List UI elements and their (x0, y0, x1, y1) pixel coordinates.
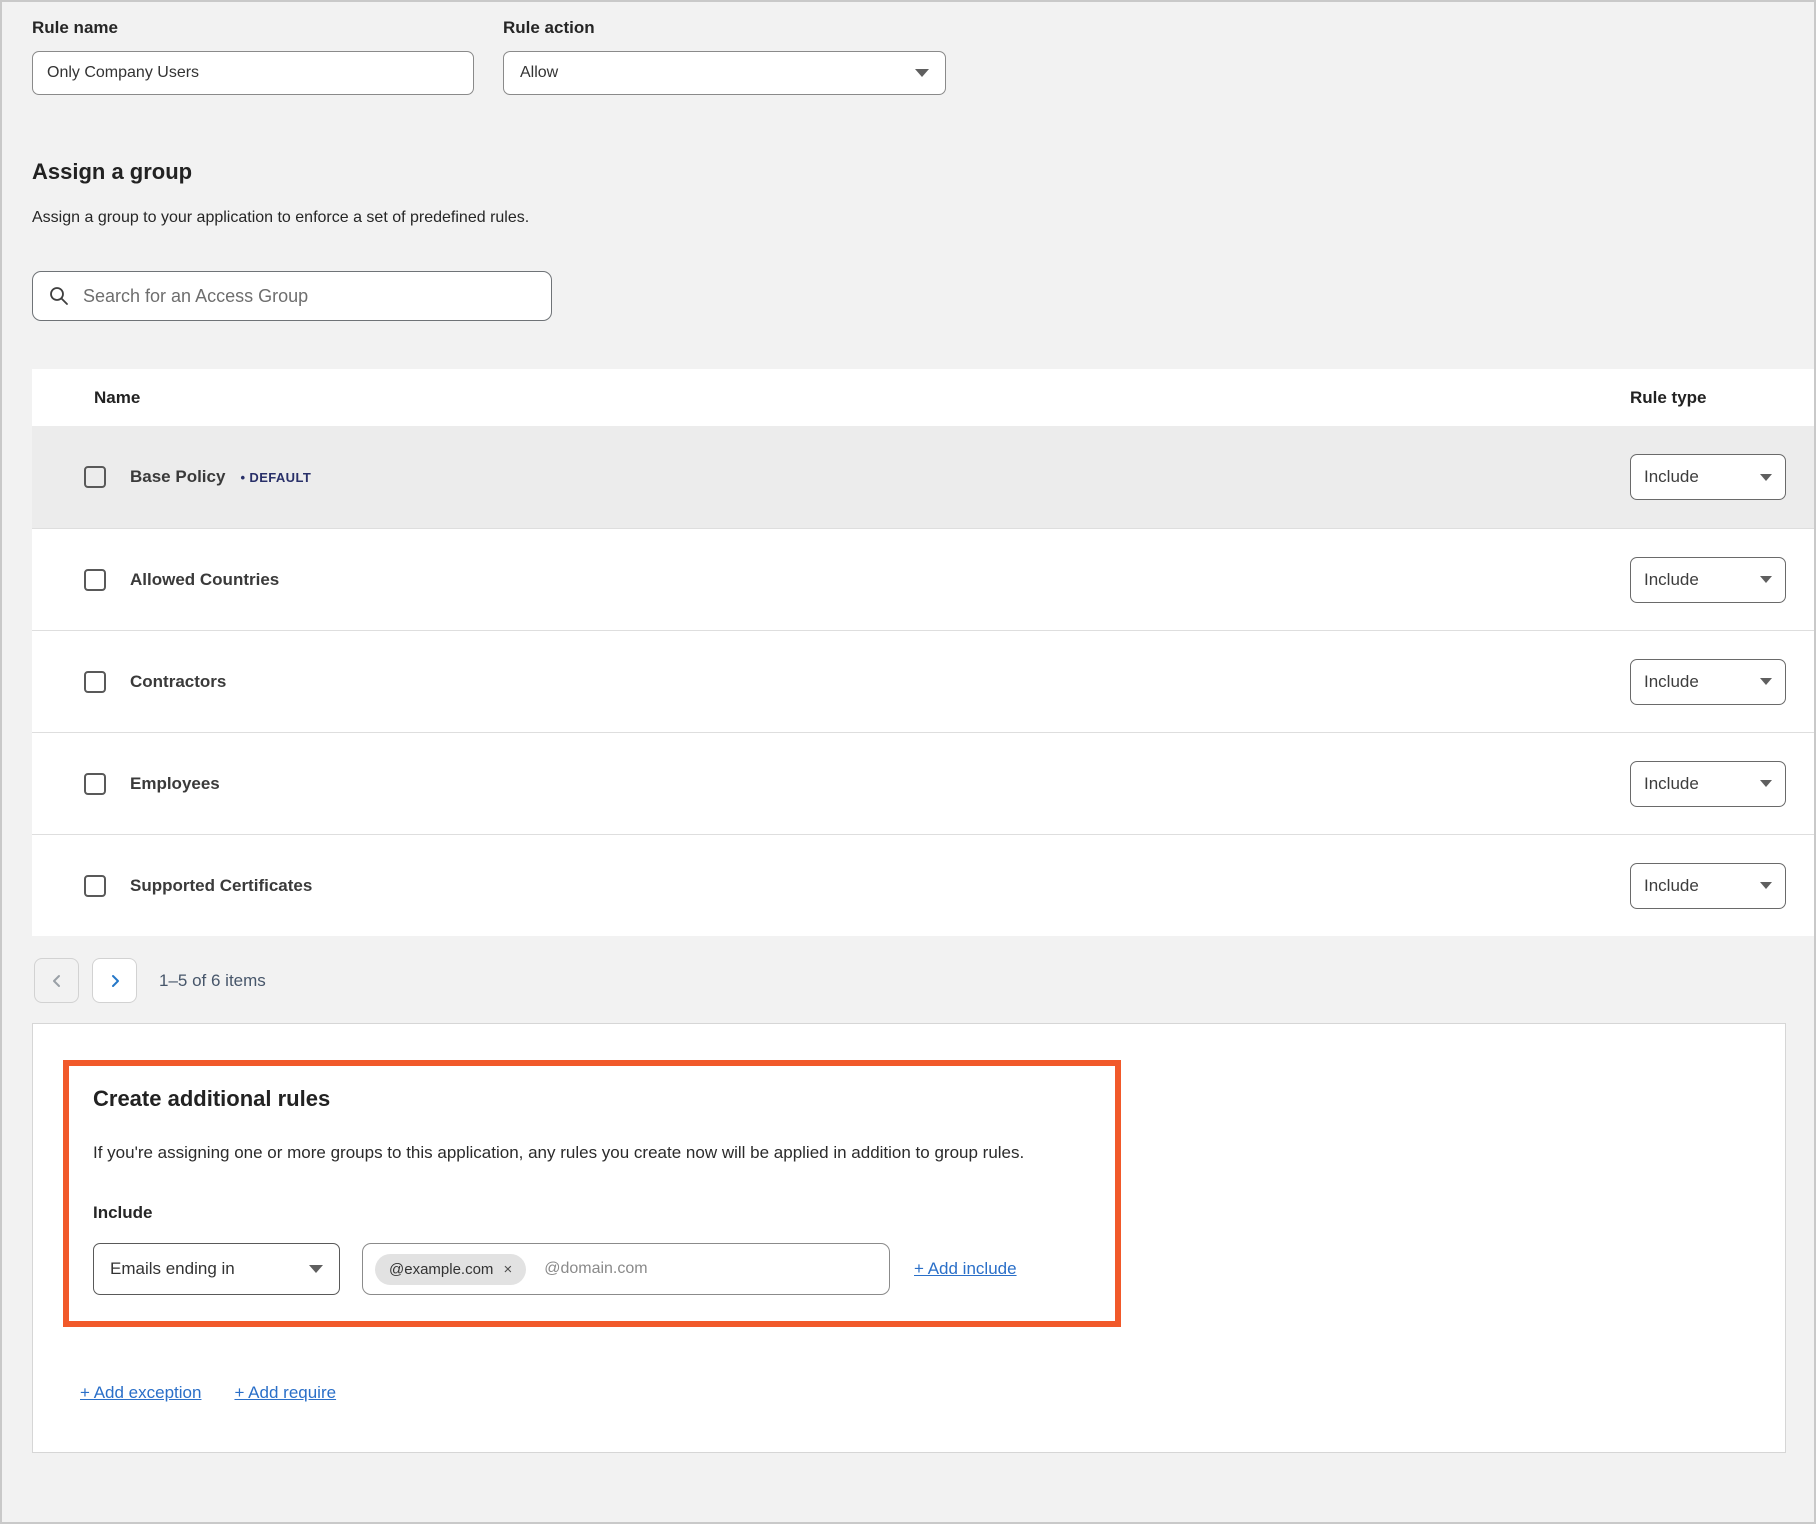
additional-rules-card: Create additional rules If you're assign… (32, 1023, 1786, 1453)
row-name: Employees (130, 774, 220, 794)
rule-type-value: Include (1644, 672, 1699, 692)
rule-type-value: Include (1644, 467, 1699, 487)
table-row[interactable]: Supported Certificates Include (32, 834, 1814, 936)
condition-type-value: Emails ending in (110, 1259, 235, 1279)
access-group-search[interactable] (32, 271, 552, 321)
column-header-rule-type: Rule type (1630, 388, 1786, 408)
email-domain-chip: @example.com × (375, 1254, 526, 1285)
row-name: Allowed Countries (130, 570, 279, 590)
rule-type-dropdown[interactable]: Include (1630, 863, 1786, 909)
chevron-down-icon (309, 1265, 323, 1273)
chevron-down-icon (1760, 780, 1772, 787)
table-row[interactable]: Contractors Include (32, 630, 1814, 732)
row-checkbox[interactable] (84, 671, 106, 693)
rule-type-dropdown[interactable]: Include (1630, 557, 1786, 603)
add-include-link[interactable]: + Add include (914, 1259, 1017, 1279)
rule-type-value: Include (1644, 876, 1699, 896)
email-domains-input[interactable]: @example.com × (362, 1243, 890, 1295)
chevron-down-icon (1760, 882, 1772, 889)
chip-label: @example.com (389, 1261, 493, 1278)
page: Rule name Rule action Allow Assign a gro… (0, 0, 1816, 1524)
row-checkbox[interactable] (84, 875, 106, 897)
table-row[interactable]: Allowed Countries Include (32, 528, 1814, 630)
condition-type-dropdown[interactable]: Emails ending in (93, 1243, 340, 1295)
chevron-down-icon (1760, 576, 1772, 583)
rule-links: + Add exception + Add require (80, 1383, 1785, 1403)
add-exception-link[interactable]: + Add exception (80, 1383, 201, 1403)
row-name: Contractors (130, 672, 226, 692)
rule-name-input[interactable] (32, 51, 474, 95)
previous-page-button[interactable] (34, 958, 79, 1003)
table-header: Name Rule type (32, 369, 1814, 426)
chevron-right-icon (108, 974, 122, 988)
rule-form: Rule name Rule action Allow (2, 2, 1814, 95)
include-rule-controls: Emails ending in @example.com × + Add in… (93, 1243, 1091, 1295)
pagination-range-text: 1–5 of 6 items (159, 971, 266, 991)
rule-action-label: Rule action (503, 18, 946, 38)
table-row[interactable]: Base Policy • DEFAULT Include (32, 426, 1814, 528)
row-checkbox[interactable] (84, 466, 106, 488)
chevron-down-icon (1760, 474, 1772, 481)
default-badge: • DEFAULT (240, 470, 311, 485)
table-body: Base Policy • DEFAULT Include Allowed Co… (32, 426, 1814, 936)
rule-type-dropdown[interactable]: Include (1630, 454, 1786, 500)
rule-action-dropdown[interactable]: Allow (503, 51, 946, 95)
create-additional-rules-heading: Create additional rules (93, 1086, 1091, 1112)
row-checkbox[interactable] (84, 773, 106, 795)
rule-type-value: Include (1644, 774, 1699, 794)
assign-group-heading: Assign a group (32, 159, 1814, 185)
rule-name-label: Rule name (32, 18, 474, 38)
rule-action-field: Rule action Allow (503, 18, 946, 95)
remove-chip-icon[interactable]: × (503, 1262, 512, 1277)
column-header-name: Name (32, 388, 140, 408)
row-name: Supported Certificates (130, 876, 312, 896)
access-groups-table: Name Rule type Base Policy • DEFAULT Inc… (32, 369, 1814, 936)
row-checkbox[interactable] (84, 569, 106, 591)
rule-type-value: Include (1644, 570, 1699, 590)
search-icon (49, 286, 69, 306)
include-label: Include (93, 1203, 1091, 1223)
rule-action-value: Allow (520, 64, 558, 82)
create-additional-rules-highlight: Create additional rules If you're assign… (63, 1060, 1121, 1327)
pagination: 1–5 of 6 items (34, 958, 1814, 1003)
create-additional-rules-description: If you're assigning one or more groups t… (93, 1143, 1091, 1163)
chevron-down-icon (915, 69, 929, 77)
next-page-button[interactable] (92, 958, 137, 1003)
rule-type-dropdown[interactable]: Include (1630, 761, 1786, 807)
row-name: Base Policy (130, 467, 225, 487)
rule-type-dropdown[interactable]: Include (1630, 659, 1786, 705)
search-input[interactable] (83, 286, 535, 307)
email-domain-field[interactable] (544, 1260, 877, 1278)
assign-group-description: Assign a group to your application to en… (32, 209, 1814, 227)
chevron-left-icon (50, 974, 64, 988)
add-require-link[interactable]: + Add require (234, 1383, 336, 1403)
rule-name-field: Rule name (32, 18, 474, 95)
chevron-down-icon (1760, 678, 1772, 685)
table-row[interactable]: Employees Include (32, 732, 1814, 834)
